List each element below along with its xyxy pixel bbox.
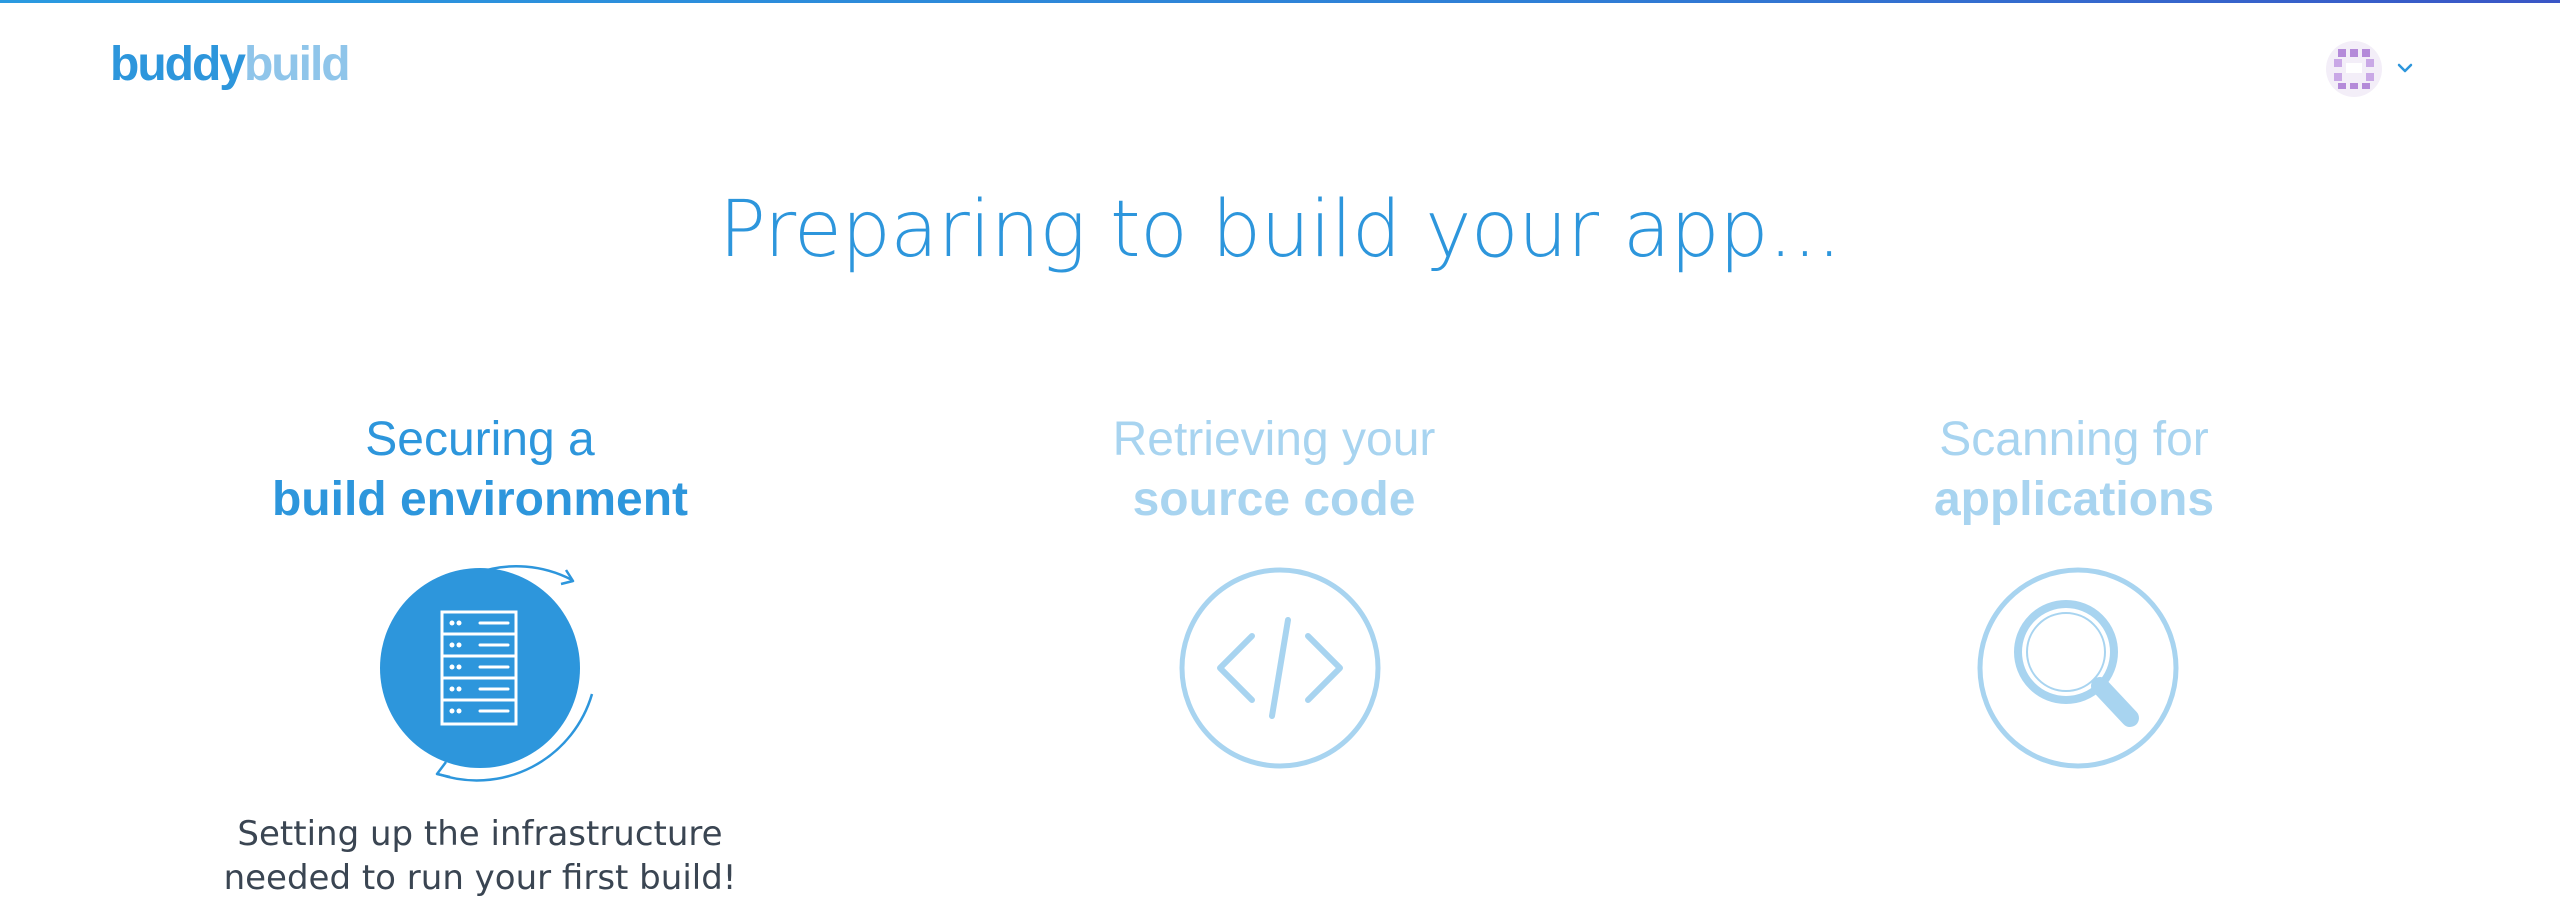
logo-text-build: build: [243, 38, 351, 91]
user-menu[interactable]: [2326, 41, 2422, 97]
page-title: Preparing to build your app...: [718, 185, 1842, 275]
step-title-line2: applications: [1933, 473, 2215, 526]
logo-text-buddy: buddy: [110, 38, 246, 91]
avatar[interactable]: [2326, 41, 2382, 97]
step-title-line1: Scanning for: [1939, 413, 2209, 466]
step-build-environment: Securing a build environment Setting up …: [160, 410, 800, 898]
step-description-line2: needed to run your first build!: [223, 858, 737, 898]
step-title-line2: build environment: [271, 473, 688, 526]
step-description: Setting up the infrastructure needed to …: [160, 812, 800, 900]
chevron-down-icon[interactable]: [2392, 55, 2418, 81]
step-source-code: Retrieving your source code: [954, 410, 1594, 769]
step-title-line1: Retrieving your: [1112, 413, 1436, 466]
magnifier-icon: [1977, 567, 2179, 769]
buddybuild-logo[interactable]: buddybuild: [110, 35, 351, 95]
step-scanning-applications: Scanning for applications: [1754, 410, 2394, 769]
server-rack-icon: [380, 565, 594, 782]
step-title-line2: source code: [1132, 473, 1416, 526]
step-title-line1: Securing a: [365, 413, 595, 466]
header: buddybuild: [0, 3, 2560, 123]
step-description-line1: Setting up the infrastructure: [237, 814, 723, 854]
code-brackets-icon: [1179, 567, 1381, 769]
